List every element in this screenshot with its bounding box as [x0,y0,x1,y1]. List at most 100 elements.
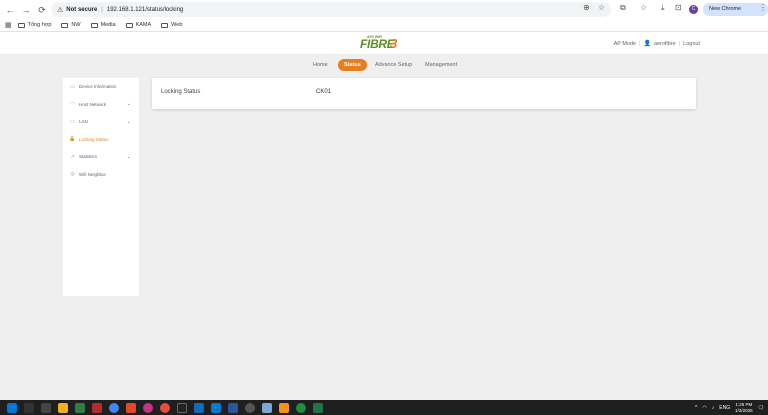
sidebar-item-label: Device Information [79,84,117,90]
sidebar-item-label: Host Network [79,101,107,107]
notification-icon[interactable]: 🗨 [758,405,764,411]
task-view-icon[interactable] [41,402,51,413]
filezilla-icon[interactable] [92,402,102,413]
warning-icon[interactable]: ⚠ [57,6,63,14]
file-explorer-icon[interactable] [58,402,68,413]
bookmark-label: Media [100,22,116,28]
app-icon[interactable] [296,402,306,413]
nav-home[interactable]: Home [313,59,328,71]
sidebar-item-statistics[interactable]: ↗ Statistics ⌄ [63,148,139,166]
system-tray: ^ ◠ ♪ ENG 1:25 PM 1/3/2026 🗨 [695,400,764,415]
address-bar-icons: ⊕ ☆ [583,3,605,12]
sidebar-item-label: Locking Status [79,136,109,142]
sidebar-item-wifi-neighbor[interactable]: ◎ Wifi Neighbor [63,166,139,184]
bookmark-folder[interactable]: NW [61,22,81,28]
app-icon[interactable] [279,402,289,413]
star-icon[interactable]: ☆ [640,3,647,12]
user-icon: 👤 [643,41,652,47]
profile-pin-icon[interactable]: ⊡ [675,3,682,12]
search-icon[interactable] [24,402,34,413]
locking-status-card: Locking Status CK01 [152,78,696,109]
bookmark-label: KAMA [135,22,152,28]
profile-avatar[interactable]: C [689,5,698,14]
apps-icon[interactable]: ▦ [5,21,12,29]
main-nav: Home Status Advance Setup Management [0,59,768,71]
not-secure-label[interactable]: Not secure [66,7,97,13]
outlook-icon[interactable] [194,402,204,413]
folder-icon [125,22,133,28]
clock-date: 1/3/2026 [735,407,753,413]
download-icon[interactable]: ⤓ [661,3,665,13]
app-icon[interactable] [262,402,272,413]
chevron-down-icon[interactable]: ⌄ [127,101,131,107]
nav-management[interactable]: Management [425,59,457,71]
app-icon[interactable] [126,402,136,413]
bookmarks-bar: ▦ Tổng hợp NW Media KAMA Web [0,19,768,32]
sidebar-item-label: LAN [79,119,88,125]
header-separator: | [639,40,641,47]
logout-link[interactable]: Logout [683,41,700,47]
app-icon[interactable] [160,402,170,413]
bookmark-star-icon[interactable]: ☆ [598,3,605,12]
folder-icon [17,22,25,28]
header-user-area: AP Mode | 👤 aerofibre | Logout [614,40,700,48]
bookmark-folder[interactable]: Tổng hợp [17,22,52,28]
reload-button[interactable]: ⟳ [36,4,48,16]
terminal-icon[interactable] [177,402,187,413]
bookmark-label: Web [171,22,183,28]
lan-icon: ▭ [70,118,75,125]
language-indicator[interactable]: ENG [719,405,730,411]
wifi-icon: ◠ [70,101,75,108]
sidebar-item-lan[interactable]: ▭ LAN ⌄ [63,113,139,131]
folder-icon [90,22,98,28]
clock[interactable]: 1:25 PM 1/3/2026 [735,402,753,414]
sidebar: ▭ Device Information ◠ Host Network ⌄ ▭ … [63,78,139,296]
app-icon[interactable] [211,402,221,413]
app-icon[interactable] [143,402,153,413]
windows-taskbar: ^ ◠ ♪ ENG 1:25 PM 1/3/2026 🗨 [0,400,768,415]
locking-status-value: CK01 [316,89,332,95]
chevron-down-icon[interactable]: ⌄ [127,119,131,125]
username: aerofibre [654,40,676,47]
app-icon[interactable] [75,402,85,413]
sidebar-item-label: Wifi Neighbor [79,171,107,177]
sidebar-item-label: Statistics [79,154,98,160]
lock-icon: 🔒 [69,136,76,143]
back-button[interactable]: ← [4,4,16,16]
excel-icon[interactable] [313,402,323,413]
page-header: AP3 WiFi FIBRE 3 AP Mode | 👤 aerofibre |… [0,32,768,54]
settings-icon[interactable] [245,402,255,413]
extensions-icon[interactable]: ⧉ [620,3,626,13]
chrome-icon[interactable] [109,402,119,413]
forward-button[interactable]: → [20,4,32,16]
address-bar[interactable]: ⚠ Not secure | 192.168.1.121/status/lock… [51,2,611,17]
sidebar-item-host-network[interactable]: ◠ Host Network ⌄ [63,96,139,114]
bookmark-folder[interactable]: KAMA [125,22,152,28]
sidebar-item-device-information[interactable]: ▭ Device Information [63,78,139,96]
bookmark-folder[interactable]: Media [90,22,116,28]
fibre3-logo[interactable]: AP3 WiFi FIBRE 3 [358,35,402,51]
url-text[interactable]: 192.168.1.121/status/locking [107,7,183,13]
word-icon[interactable] [228,402,238,413]
sidebar-item-locking-status[interactable]: 🔒 Locking Status [63,131,139,149]
chart-icon: ↗ [70,153,75,160]
more-menu-icon[interactable]: ⋮ [759,3,767,12]
tray-chevron-icon[interactable]: ^ [695,405,697,411]
header-separator: | [678,40,681,47]
zoom-icon[interactable]: ⊕ [583,3,590,12]
bookmark-label: NW [71,22,81,28]
volume-icon[interactable]: ♪ [712,405,715,411]
chevron-down-icon[interactable]: ⌄ [127,154,131,160]
bookmark-folder[interactable]: Web [161,22,182,28]
nav-advance-setup[interactable]: Advance Setup [375,59,412,71]
wifi-tray-icon[interactable]: ◠ [702,405,706,411]
locking-status-label: Locking Status [161,89,201,95]
start-icon[interactable] [7,402,17,413]
logo-number: 3 [390,36,398,51]
address-separator: | [101,6,103,13]
radar-icon: ◎ [70,171,75,178]
folder-icon [61,22,69,28]
nav-status[interactable]: Status [338,59,367,71]
bookmark-label: Tổng hợp [27,22,52,28]
browser-toolbar: ← → ⟳ ⚠ Not secure | 192.168.1.121/statu… [0,0,768,25]
